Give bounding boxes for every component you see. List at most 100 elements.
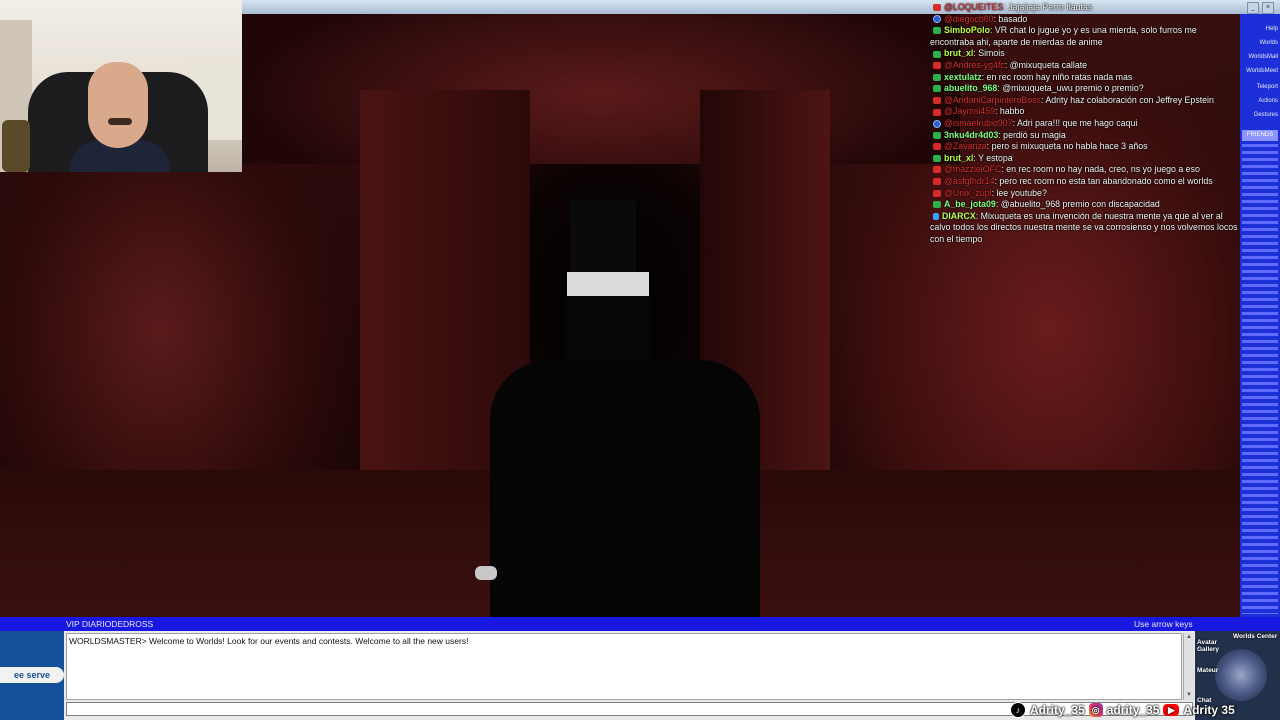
stream-chat-message: abuelito_968: @mixuqueta_uwu premio o pr… [930, 83, 1240, 95]
status-left-text: VIP DIARIODEDROSS [66, 619, 154, 629]
chat-username[interactable]: @Andres-yg4fc [944, 60, 1005, 70]
chat-username[interactable]: @AndaniCarpinteroBoss [944, 95, 1041, 105]
chat-username[interactable]: @Jaymsi459 [944, 106, 995, 116]
webcam-plant [2, 120, 30, 172]
member-badge-icon [933, 62, 941, 70]
chat-text: pero rec room no esta tan abandonado com… [999, 175, 1213, 186]
chat-text: Jajajjaja Perro flautas [1008, 2, 1093, 12]
moderator-badge-icon [933, 201, 941, 209]
minimize-button[interactable]: _ [1247, 2, 1259, 14]
moderator-badge-icon [933, 27, 941, 35]
stream-chat-message: brut_xl: Simois [930, 48, 1240, 60]
stream-chat-overlay: @LOQUEITES: Jajajjaja Perro flautas @dieg… [930, 2, 1240, 245]
tiktok-icon: ♪ [1010, 702, 1026, 718]
chat-username[interactable]: A_be_jota09 [944, 199, 996, 209]
side-item-worldsmall[interactable]: WorldsMall [1242, 52, 1278, 62]
chat-text: Adrity haz colaboración con Jeffrey Epst… [1045, 94, 1214, 105]
chat-text: en rec room no hay nada, creo, ns yo jue… [1006, 164, 1200, 175]
stream-chat-message: 3nku4dr4d03: perdió su magia [930, 130, 1240, 142]
member-badge-icon [933, 4, 941, 12]
cave-ceiling [240, 14, 960, 164]
side-panel-stripes [1242, 144, 1278, 614]
chat-text: Y estopa [978, 152, 1013, 163]
chat-text: habbo [999, 106, 1025, 117]
avatar-body [490, 360, 760, 617]
avatar-hat-band [567, 272, 649, 296]
game-chat-log: WORLDSMASTER> Welcome to Worlds! Look fo… [66, 633, 1182, 700]
streamer-mustache [108, 118, 132, 125]
nav-mateur[interactable]: Mateur [1197, 667, 1218, 674]
chat-text: Adri para!!! que me hago caqui [1017, 117, 1138, 128]
chat-text: pero si mixuqueta no habla hace 3 años [991, 141, 1148, 152]
youtube-handle: Adrity 35 [1183, 703, 1235, 717]
nav-worlds-center[interactable]: Worlds Center [1233, 633, 1277, 640]
subscriber-badge-icon [933, 15, 941, 24]
chat-username[interactable]: DIARCX [942, 211, 976, 221]
youtube-icon: ▶ [1163, 704, 1180, 716]
social-handles: ♪ Adrity_35 ◎ adrity_35 ▶ Adrity 35 [1010, 700, 1280, 720]
chat-username[interactable]: @Zavanza [944, 141, 987, 151]
stream-chat-message: xextulatz: en rec room hay niño ratas na… [930, 72, 1240, 84]
moderator-badge-icon [933, 73, 941, 81]
chat-text: lee youtube? [996, 187, 1047, 198]
close-button[interactable]: × [1262, 2, 1274, 14]
stream-chat-message: @Jaymsi459: habbo [930, 106, 1240, 118]
chat-text: basado [998, 13, 1028, 24]
chat-log-scrollbar[interactable]: ▲ ▼ [1183, 633, 1194, 700]
member-badge-icon [933, 108, 941, 116]
nav-avatar-gallery[interactable]: Avatar Gallery [1197, 639, 1227, 653]
ad-logo: ee serve [0, 667, 64, 683]
stream-chat-message: @asfgfhdr14: pero rec room no esta tan a… [930, 176, 1240, 188]
chat-username[interactable]: @LOQUEITES [944, 2, 1003, 12]
chat-username[interactable]: 3nku4dr4d03 [944, 130, 998, 140]
chat-username[interactable]: brut_xl [944, 48, 973, 58]
member-badge-icon [933, 166, 941, 174]
side-item-actions[interactable]: Actions [1242, 96, 1278, 106]
chat-username[interactable]: SimboPolo [944, 25, 990, 35]
stream-chat-message: SimboPolo: VR chat lo jugue yo y es una … [930, 25, 1197, 47]
scroll-up-icon[interactable]: ▲ [1185, 634, 1193, 641]
avatar-top-hat [570, 200, 636, 272]
side-item-worldsmeet[interactable]: WorldsMeet [1242, 66, 1278, 76]
scroll-down-icon[interactable]: ▼ [1185, 692, 1193, 699]
worlds-side-panel: Help Worlds WorldsMall WorldsMeet Telepo… [1240, 14, 1280, 617]
chat-username[interactable]: @diegocb60 [944, 14, 994, 24]
status-right-text: Use arrow keys [1134, 619, 1193, 629]
member-badge-icon [933, 96, 941, 104]
chat-text: @abuelito_968 premio con discapacidad [1000, 199, 1160, 210]
window-controls: _ × [1247, 2, 1274, 14]
side-item-worlds[interactable]: Worlds [1242, 38, 1278, 48]
side-item-gestures[interactable]: Gestures [1242, 110, 1278, 120]
chat-text: Simois [978, 48, 1005, 59]
navigation-ring-icon[interactable] [1215, 649, 1267, 701]
chat-username[interactable]: @Unix_zupl [944, 188, 992, 198]
chat-text: perdió su magia [1003, 129, 1066, 140]
chat-username[interactable]: xextulatz [944, 72, 982, 82]
tiktok-handle: Adrity_35 [1030, 703, 1085, 717]
chat-username[interactable]: @mazzieiOFC [944, 164, 1001, 174]
chat-username[interactable]: @asfgfhdr14 [944, 176, 995, 186]
chat-text: en rec room hay niño ratas nada mas [986, 71, 1133, 82]
bolt-badge-icon [933, 212, 939, 220]
moderator-badge-icon [933, 154, 941, 162]
chat-username[interactable]: @ismaelrubio907 [944, 118, 1013, 128]
stream-chat-message: brut_xl: Y estopa [930, 153, 1240, 165]
chat-username[interactable]: abuelito_968 [944, 83, 997, 93]
chat-username[interactable]: brut_xl [944, 153, 973, 163]
stream-chat-message: @mazzieiOFC: en rec room no hay nada, cr… [930, 164, 1240, 176]
subscriber-badge-icon [933, 119, 941, 128]
friends-button[interactable]: FRIENDS [1242, 130, 1278, 141]
instagram-icon: ◎ [1088, 703, 1103, 717]
side-item-teleport[interactable]: Teleport [1242, 82, 1278, 92]
side-item-help[interactable]: Help [1242, 24, 1278, 34]
stream-chat-message: @LOQUEITES: Jajajjaja Perro flautas [930, 2, 1240, 14]
stream-chat-message: @diegocb60: basado [930, 14, 1240, 26]
moderator-badge-icon [933, 85, 941, 93]
chat-log-line: WORLDSMASTER> Welcome to Worlds! Look fo… [69, 636, 469, 646]
chat-text: Mixuqueta es una invención de nuestra me… [930, 210, 1238, 244]
member-badge-icon [933, 143, 941, 151]
stream-chat-message: @Unix_zupl: lee youtube? [930, 188, 1240, 200]
stream-chat-message: DIARCX: Mixuqueta es una invención de nu… [930, 210, 1238, 244]
ad-banner[interactable]: ee serve [0, 631, 64, 720]
stream-chat-message: @AndaniCarpinteroBoss: Adrity haz colabo… [930, 95, 1240, 107]
